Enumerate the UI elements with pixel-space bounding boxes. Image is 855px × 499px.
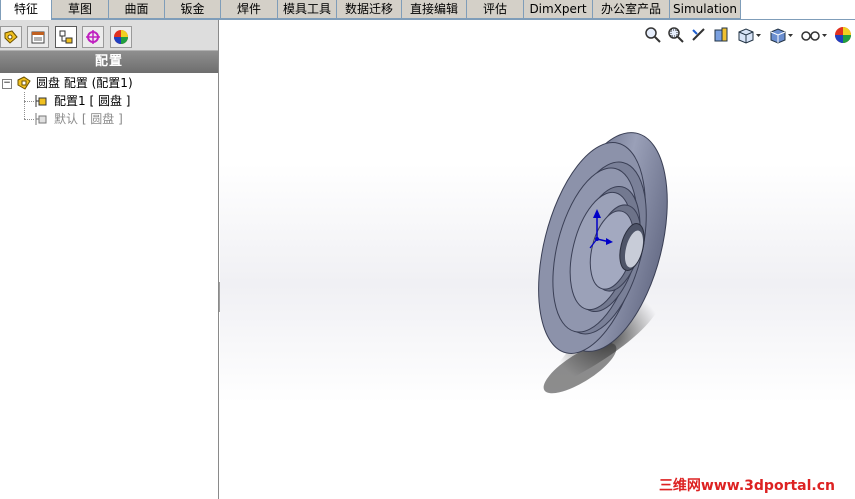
- tree-connector: [24, 92, 25, 119]
- command-manager-tabs: 特征 草图 曲面 钣金 焊件 模具工具 数据迁移 直接编辑 评估 DimXper…: [0, 0, 855, 20]
- panel-header: 配置: [0, 51, 218, 73]
- graphics-area[interactable]: 三维网www.3dportal.cn: [220, 20, 855, 499]
- tab-dimxpert[interactable]: DimXpert: [523, 0, 593, 19]
- active-configuration-icon: [34, 93, 50, 113]
- tab-sketch[interactable]: 草图: [51, 0, 109, 19]
- tree-item-default[interactable]: 默认 [ 圆盘 ]: [34, 111, 214, 127]
- tree-item-config1[interactable]: 配置1 [ 圆盘 ]: [34, 93, 214, 109]
- tab-sheet-metal[interactable]: 钣金: [164, 0, 221, 19]
- tab-data-migration[interactable]: 数据迁移: [336, 0, 402, 19]
- tab-mold-tools[interactable]: 模具工具: [277, 0, 337, 19]
- tree-item-label: 默认 [ 圆盘 ]: [54, 112, 123, 126]
- tree-connector: [24, 101, 34, 102]
- tree-root[interactable]: − 圆盘 配置 (配置1): [0, 75, 218, 91]
- part-model[interactable]: [220, 20, 855, 499]
- tab-features[interactable]: 特征: [0, 0, 52, 20]
- tree-connector: [24, 119, 34, 120]
- disc: [538, 132, 668, 354]
- property-manager-tab[interactable]: [27, 26, 49, 48]
- display-manager-tab[interactable]: [110, 26, 132, 48]
- tab-weldments[interactable]: 焊件: [220, 0, 278, 19]
- tab-surfaces[interactable]: 曲面: [108, 0, 165, 19]
- manager-tabs: [0, 20, 218, 51]
- manager-pane: 配置 − 圆盘 配置 (配置1) 配置1 [ 圆盘 ] 默认 [ 圆盘 ]: [0, 20, 219, 499]
- collapse-toggle[interactable]: −: [2, 79, 12, 89]
- tab-direct-editing[interactable]: 直接编辑: [401, 0, 467, 19]
- tab-office-products[interactable]: 办公室产品: [592, 0, 670, 19]
- tab-evaluate[interactable]: 评估: [466, 0, 524, 19]
- tree-item-label: 配置1 [ 圆盘 ]: [54, 94, 131, 108]
- configuration-icon: [34, 111, 50, 131]
- tree-root-label: 圆盘 配置 (配置1): [36, 76, 133, 90]
- configuration-manager-tab[interactable]: [55, 26, 77, 48]
- watermark: 三维网www.3dportal.cn: [658, 478, 835, 494]
- feature-manager-tab[interactable]: [0, 26, 22, 48]
- tab-simulation[interactable]: Simulation: [669, 0, 741, 19]
- dimxpert-manager-tab[interactable]: [82, 26, 104, 48]
